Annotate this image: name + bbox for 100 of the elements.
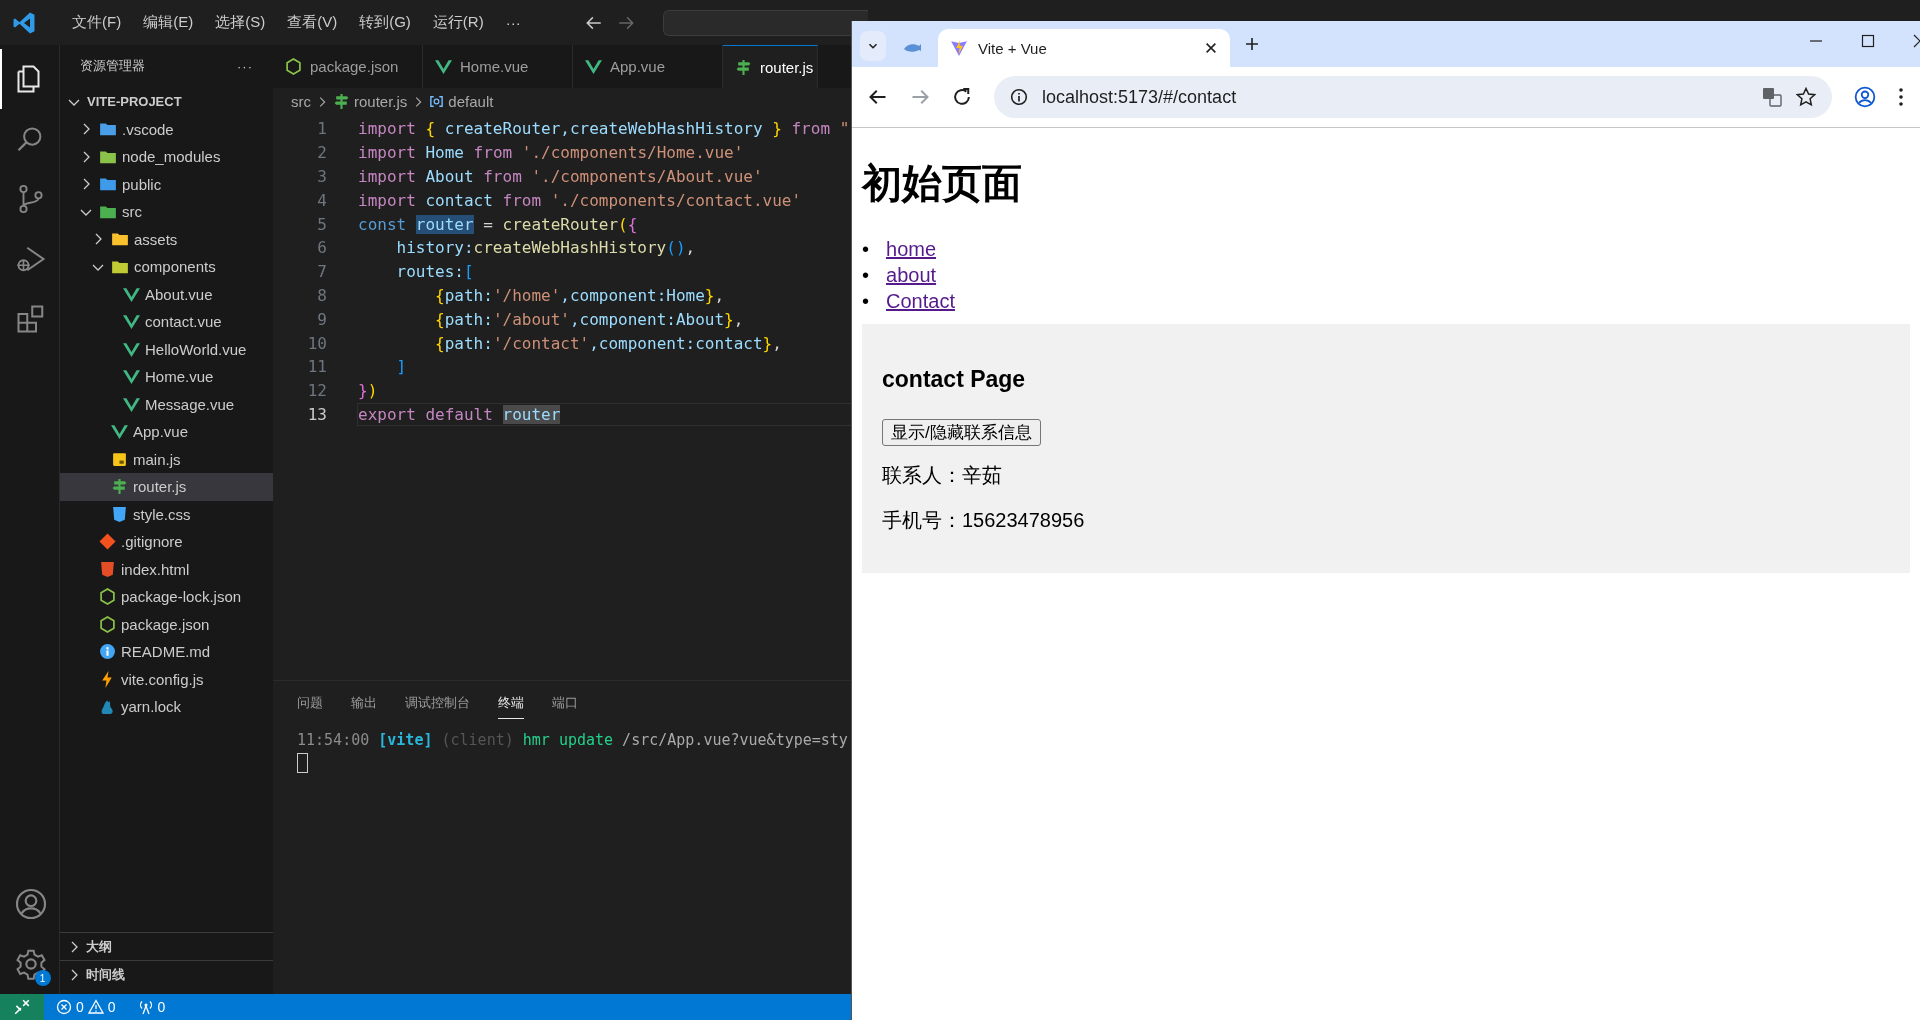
editor-tab[interactable]: router.js (723, 45, 819, 88)
explorer-title: 资源管理器 (80, 57, 145, 75)
project-folder-row[interactable]: VITE-PROJECT (60, 88, 273, 116)
notification-badge: 1 (34, 970, 51, 986)
line-number: 8 (316, 285, 327, 305)
menu-item[interactable]: 查看(V) (279, 9, 346, 36)
file-row[interactable]: package-lock.json (60, 583, 273, 611)
profile-icon[interactable] (1854, 86, 1876, 108)
reload-icon[interactable] (952, 87, 972, 107)
editor-tab[interactable]: Home.vue (423, 45, 573, 88)
star-icon[interactable] (1796, 87, 1816, 107)
panel-tab[interactable]: 终端 (498, 687, 524, 719)
nav-link[interactable]: about (886, 262, 937, 288)
file-row[interactable]: yarn.lock (60, 693, 273, 721)
file-row[interactable]: App.vue (60, 418, 273, 446)
code-line: {path:'/home',component:Home}, (434, 284, 726, 307)
file-row[interactable]: contact.vue (60, 308, 273, 336)
bullet: • (862, 263, 869, 288)
settings-icon[interactable] (14, 948, 47, 980)
page-heading: 初始页面 (862, 160, 1022, 206)
file-row[interactable]: vite.config.js (60, 665, 273, 693)
menu-item[interactable]: 转到(G) (351, 9, 419, 36)
file-row[interactable]: HelloWorld.vue (60, 335, 273, 363)
address-field[interactable]: localhost:5173/#/contact (994, 76, 1832, 118)
v-icon (123, 313, 140, 331)
code-line: import Home from './components/Home.vue' (357, 142, 745, 165)
browser-tab[interactable]: Vite + Vue (938, 29, 1230, 67)
signpost-icon (735, 58, 752, 76)
new-tab-icon[interactable] (1244, 36, 1260, 52)
close-icon[interactable] (1204, 41, 1218, 55)
info-icon (99, 643, 116, 661)
menu-item[interactable]: 文件(F) (64, 9, 130, 36)
panel-tab[interactable]: 问题 (297, 687, 323, 719)
toggle-info-button[interactable]: 显示/隐藏联系信息 (882, 419, 1041, 446)
remote-icon (13, 998, 31, 1016)
file-row[interactable]: router.js (60, 473, 273, 501)
account-icon[interactable] (14, 888, 47, 920)
bullet: • (862, 289, 869, 314)
breadcrumb-item[interactable]: default (448, 93, 494, 110)
warning-icon (87, 999, 104, 1015)
translate-icon[interactable] (1762, 87, 1782, 107)
ports-count[interactable]: 0 (157, 999, 166, 1015)
breadcrumb-item[interactable]: src (291, 93, 311, 110)
code-line: history:createWebHashHistory(), (395, 237, 697, 260)
remote-button[interactable] (0, 994, 44, 1020)
menu-item[interactable]: 运行(R) (424, 9, 492, 36)
error-icon (56, 999, 72, 1015)
file-row[interactable]: .gitignore (60, 528, 273, 556)
line-number: 12 (306, 381, 327, 401)
v-icon (123, 395, 140, 413)
file-row[interactable]: style.css (60, 500, 273, 528)
file-row[interactable]: index.html (60, 555, 273, 583)
warning-count[interactable]: 0 (107, 999, 116, 1015)
more-actions-button[interactable]: ··· (237, 58, 253, 74)
file-row[interactable]: main.js (60, 445, 273, 473)
folder-row[interactable]: .vscode (60, 115, 273, 143)
line-number: 6 (316, 238, 327, 258)
v-icon (111, 423, 128, 441)
blob-icon (99, 698, 116, 716)
folder-row[interactable]: public (60, 170, 273, 198)
signpost-icon (333, 93, 350, 110)
folder-row[interactable]: assets (60, 225, 273, 253)
line-number: 9 (316, 309, 327, 329)
maximize-icon[interactable] (1860, 33, 1876, 49)
nav-link[interactable]: Contact (886, 288, 955, 314)
blocks-icon[interactable] (15, 304, 46, 334)
antenna-icon (137, 999, 154, 1015)
folder-row[interactable]: node_modules (60, 143, 273, 171)
hexagon-icon (99, 588, 116, 606)
hexagon-icon (285, 58, 302, 75)
line-number: 4 (316, 190, 327, 210)
editor-tab[interactable]: package.json (273, 45, 423, 88)
menu-item[interactable]: 选择(S) (207, 9, 274, 36)
folder-row[interactable]: components (60, 253, 273, 281)
line-number: 10 (306, 333, 327, 353)
hexagon-icon (99, 615, 116, 633)
line-number: 11 (306, 357, 327, 377)
breadcrumb-item[interactable]: router.js (354, 93, 408, 110)
panel-tab[interactable]: 端口 (552, 687, 578, 719)
file-row[interactable]: Home.vue (60, 363, 273, 391)
code-line: ] (395, 356, 408, 379)
file-row[interactable]: Message.vue (60, 390, 273, 418)
menu-item[interactable]: 编辑(E) (135, 9, 202, 36)
file-row[interactable]: package.json (60, 610, 273, 638)
more-menu[interactable]: ··· (497, 10, 529, 35)
play-bug-icon[interactable] (15, 244, 46, 274)
code-line: import contact from './components/contact.vue' (357, 189, 803, 212)
command-search-field[interactable] (662, 9, 868, 36)
shield-icon (111, 505, 128, 523)
nav-link[interactable]: home (886, 236, 937, 262)
line-number: 2 (316, 143, 327, 163)
menu-icon[interactable] (1898, 87, 1904, 107)
folder-row[interactable]: src (60, 198, 273, 226)
info-icon[interactable] (1010, 88, 1028, 106)
file-row[interactable]: About.vue (60, 280, 273, 308)
contact-info-text: 联系人：辛茹 (882, 463, 1002, 488)
error-count[interactable]: 0 (76, 999, 84, 1015)
panel-tab[interactable]: 输出 (351, 687, 377, 719)
panel-tab[interactable]: 调试控制台 (405, 687, 470, 719)
file-row[interactable]: README.md (60, 638, 273, 666)
